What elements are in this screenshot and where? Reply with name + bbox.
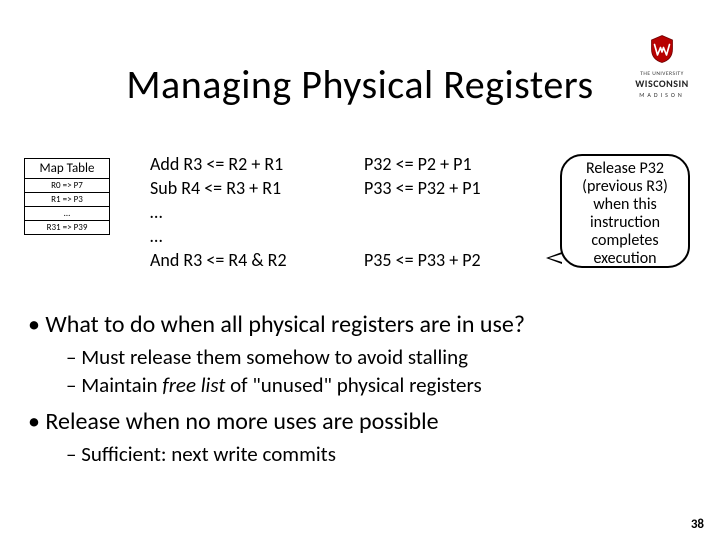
map-table-row: R1 => P3 (25, 193, 110, 207)
text-run: of "unused" physical registers (225, 372, 481, 398)
code-line: … (150, 224, 360, 248)
callout-line: (previous R3) (562, 178, 688, 196)
architectural-instruction-column: Add R3 <= R2 + R1 Sub R4 <= R3 + R1 … … … (150, 152, 360, 272)
map-table-header: Map Table (25, 159, 110, 179)
map-table-row: R0 => P7 (25, 179, 110, 193)
map-table: Map Table R0 => P7 R1 => P3 … R31 => P39 (24, 158, 110, 235)
code-line: And R3 <= R4 & R2 (150, 248, 360, 272)
code-line: Sub R4 <= R3 + R1 (150, 176, 360, 200)
page-number: 38 (691, 517, 704, 532)
map-table-row: R31 => P39 (25, 221, 110, 235)
callout-line: completes (562, 232, 688, 250)
bullet-level-2: Sufficient: next write commits (84, 441, 700, 467)
callout-tail-icon (546, 252, 562, 264)
slide: THE UNIVERSITY WISCONSIN MADISON Managin… (0, 0, 720, 540)
bullet-level-1: Release when no more uses are possible (46, 407, 700, 437)
callout-line: Release P32 (562, 160, 688, 178)
slide-title: Managing Physical Registers (0, 60, 720, 109)
callout-line: execution (562, 250, 688, 268)
mid-content: Map Table R0 => P7 R1 => P3 … R31 => P39… (24, 152, 696, 292)
body-text: What to do when all physical registers a… (28, 310, 700, 469)
code-line (364, 224, 554, 248)
text-run-italic: free list (162, 372, 225, 398)
map-table-row: … (25, 207, 110, 221)
callout-line: instruction (562, 214, 688, 232)
code-line (364, 200, 554, 224)
code-line: Add R3 <= R2 + R1 (150, 152, 360, 176)
release-callout: Release P32 (previous R3) when this inst… (560, 154, 690, 268)
text-run: Maintain (81, 372, 162, 398)
code-line: P33 <= P32 + P1 (364, 176, 554, 200)
code-line: P35 <= P33 + P2 (364, 248, 554, 272)
code-line: P32 <= P2 + P1 (364, 152, 554, 176)
physical-instruction-column: P32 <= P2 + P1 P33 <= P32 + P1 P35 <= P3… (364, 152, 554, 272)
bullet-level-2: Must release them somehow to avoid stall… (84, 344, 700, 370)
bullet-level-2: Maintain free list of "unused" physical … (84, 372, 700, 398)
bullet-level-1: What to do when all physical registers a… (46, 310, 700, 340)
code-line: … (150, 200, 360, 224)
callout-line: when this (562, 196, 688, 214)
